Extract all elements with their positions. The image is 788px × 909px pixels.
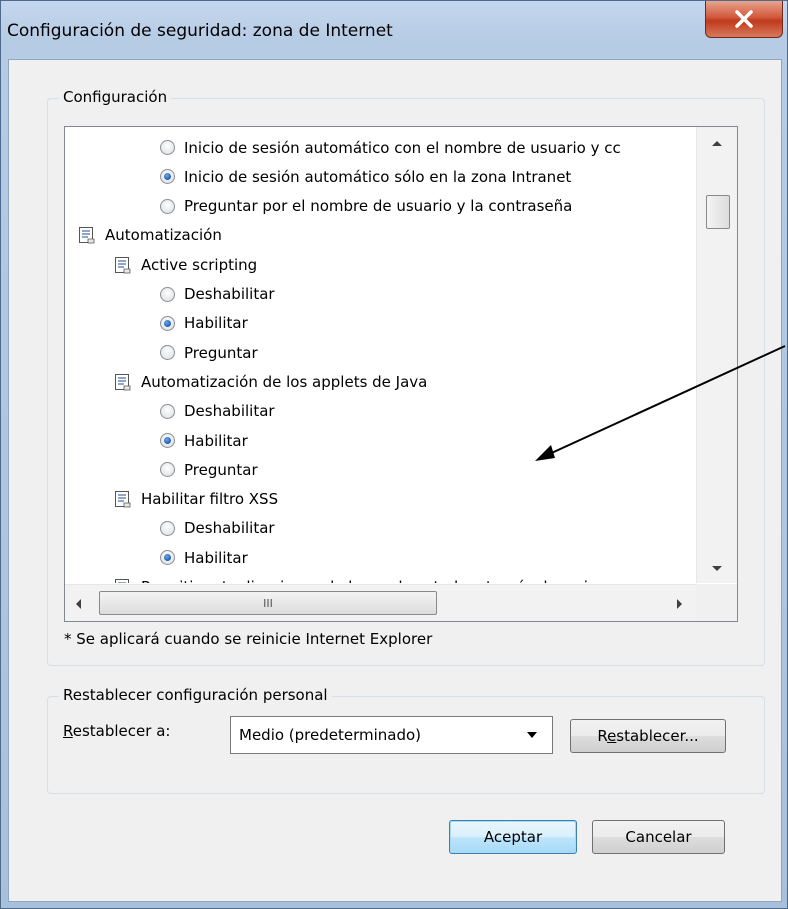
arrow-annotation — [535, 345, 786, 461]
